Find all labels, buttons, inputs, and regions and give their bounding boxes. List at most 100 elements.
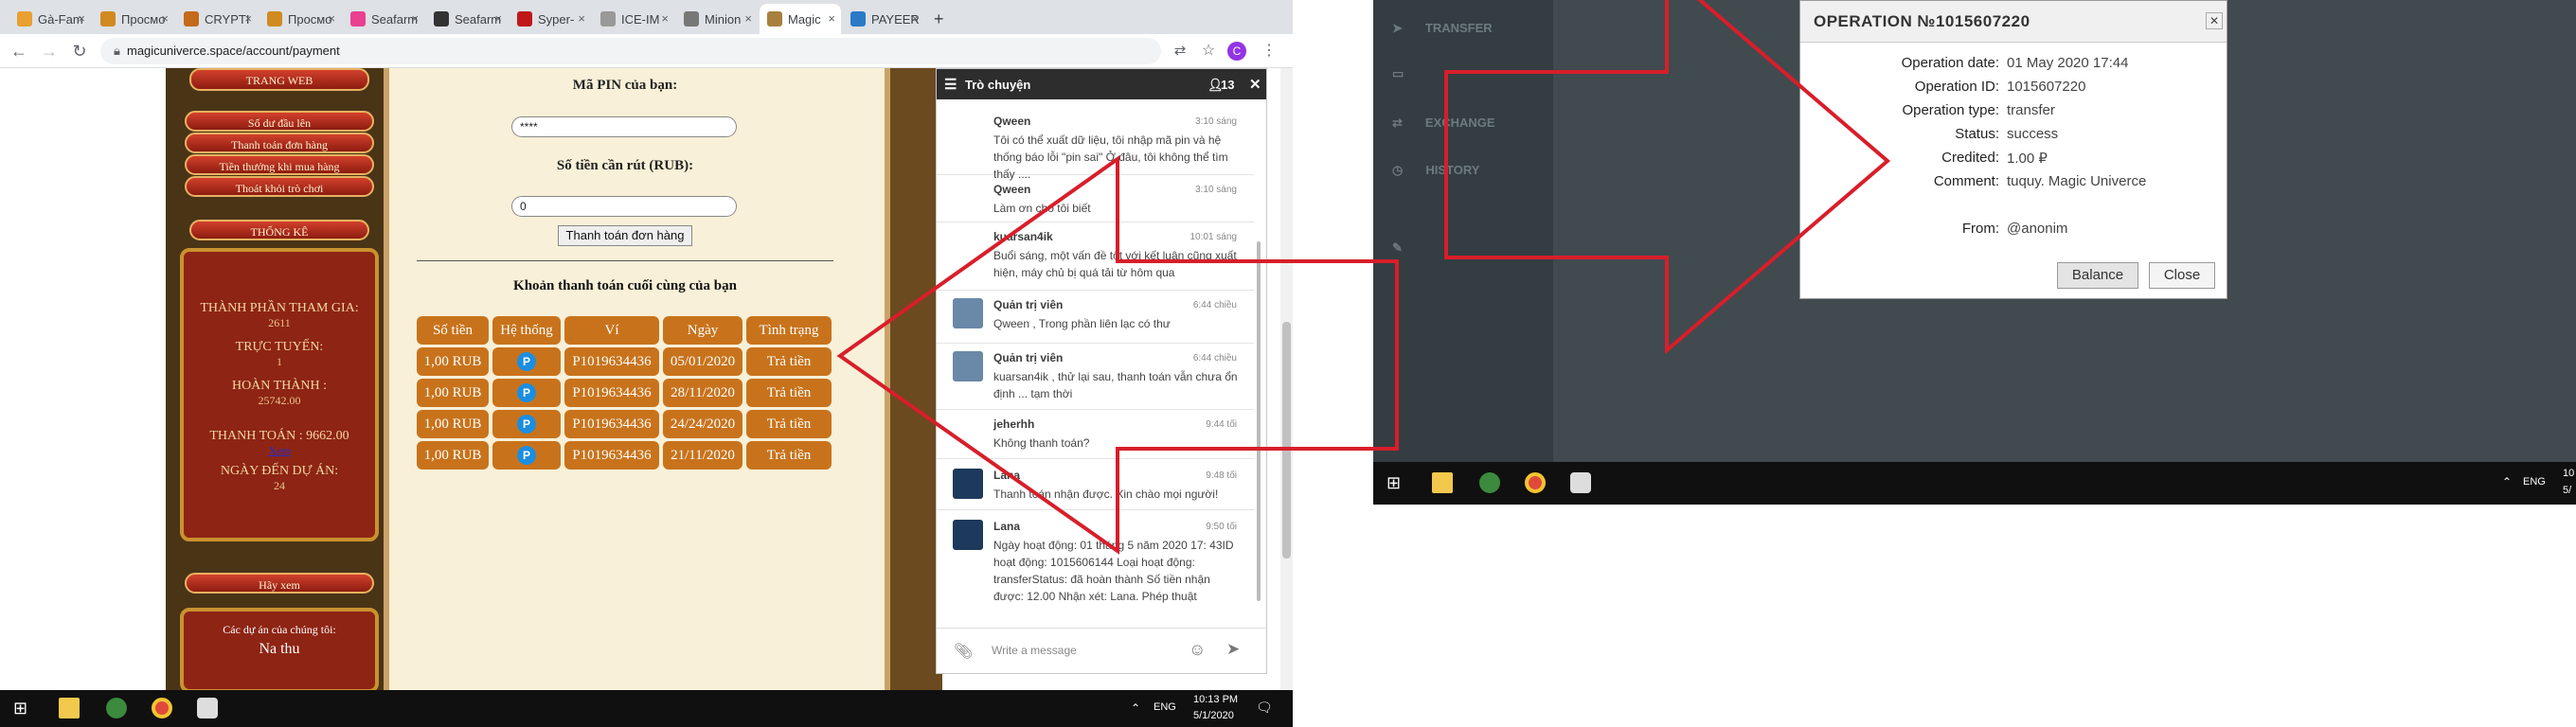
- browser-tab[interactable]: PAYEER ×: [843, 4, 924, 34]
- message-text: Làm ơn cho tôi biết: [993, 202, 1091, 215]
- notifications-icon[interactable]: 🗨︎: [1256, 700, 1273, 716]
- chat-widget: ☰ Trò chuyện 👤︎ 13 ✕ Qween 3:10 sáng Tôi…: [936, 68, 1267, 674]
- file-explorer-icon[interactable]: [59, 698, 80, 718]
- tray-chevron-icon[interactable]: ⌃: [2502, 475, 2512, 488]
- bookmark-star-icon[interactable]: ☆: [1197, 40, 1220, 62]
- translate-icon[interactable]: ⇄: [1169, 40, 1191, 62]
- menu-item-balance[interactable]: Số dư đầu lên: [185, 111, 374, 132]
- forward-icon[interactable]: →: [38, 40, 61, 62]
- language-indicator[interactable]: ENG: [2523, 476, 2546, 488]
- windows-start-icon[interactable]: ⊞: [13, 698, 34, 718]
- browser-tab[interactable]: Просмо ×: [93, 4, 174, 34]
- browser-tab[interactable]: CRYPTI ×: [176, 4, 258, 34]
- cell-status: Trả tiền: [746, 441, 832, 470]
- message-text: Thanh toán nhận được. Xin chào mọi người…: [993, 488, 1219, 501]
- tab-close-icon[interactable]: ×: [911, 11, 919, 26]
- tab-close-icon[interactable]: ×: [78, 11, 85, 26]
- tab-close-icon[interactable]: ×: [328, 11, 335, 26]
- tab-close-icon[interactable]: ×: [744, 11, 752, 26]
- page-scrollbar-thumb[interactable]: [1282, 322, 1291, 559]
- view-paid-link[interactable]: Xem: [184, 444, 375, 458]
- paint-icon[interactable]: [197, 698, 218, 718]
- submit-payment-button[interactable]: Thanh toán đơn hàng: [558, 225, 692, 246]
- user-avatar: [953, 469, 983, 499]
- field-value: success: [2007, 126, 2059, 142]
- close-button[interactable]: Close: [2149, 262, 2215, 289]
- paint-icon[interactable]: [1570, 472, 1591, 493]
- browser-tab[interactable]: Minion ×: [676, 4, 758, 34]
- attach-icon[interactable]: 📎︎: [954, 642, 973, 661]
- sidebar-item-settings[interactable]: ✎: [1392, 240, 1403, 256]
- tab-close-icon[interactable]: ×: [494, 11, 502, 26]
- tab-close-icon[interactable]: ×: [578, 11, 585, 26]
- clock-date[interactable]: 5/: [2563, 485, 2571, 496]
- amount-label: Số tiền cần rút (RUB):: [556, 158, 694, 173]
- amount-input[interactable]: 0: [511, 196, 737, 217]
- field-label: Status:: [1955, 126, 1999, 142]
- browser-tab[interactable]: Gà-Fam ×: [9, 4, 91, 34]
- sidebar-item-history[interactable]: ◷ HISTORY: [1392, 163, 1479, 178]
- windows-start-icon[interactable]: ⊞: [1386, 472, 1407, 493]
- send-icon[interactable]: ➤: [1226, 640, 1240, 659]
- tab-favicon-icon: [850, 11, 866, 27]
- projects-panel: Các dự án của chúng tôi: Na thu: [180, 608, 379, 693]
- tab-close-icon[interactable]: ×: [244, 11, 252, 26]
- chat-menu-icon[interactable]: ☰: [944, 76, 957, 93]
- clock-time[interactable]: 10: [2563, 468, 2574, 479]
- emoji-icon[interactable]: ☺: [1189, 640, 1206, 660]
- sidebar-item-transfer[interactable]: ➤ TRANSFER: [1392, 21, 1493, 36]
- new-tab-button[interactable]: +: [926, 4, 955, 34]
- menu-item-logout[interactable]: Thoát khỏi trò chơi: [185, 176, 374, 197]
- tray-chevron-icon[interactable]: ⌃: [1131, 701, 1140, 715]
- back-icon[interactable]: ←: [8, 40, 30, 62]
- tab-close-icon[interactable]: ×: [161, 11, 169, 26]
- clock-time[interactable]: 10:13 PM: [1193, 694, 1238, 705]
- language-indicator[interactable]: ENG: [1154, 701, 1176, 713]
- browser-tab[interactable]: Seafarm ×: [343, 4, 424, 34]
- pin-input[interactable]: ****: [511, 116, 737, 137]
- app-icon[interactable]: [1479, 472, 1500, 493]
- chat-message: Lana 9:48 tối Thanh toán nhận được. Xin …: [937, 459, 1254, 510]
- browser-tab[interactable]: Seafarm ×: [426, 4, 508, 34]
- tab-close-icon[interactable]: ×: [411, 11, 419, 26]
- browser-tab[interactable]: Magic ×: [760, 4, 841, 34]
- tab-close-icon[interactable]: ×: [661, 11, 669, 26]
- menu-item-payment-order[interactable]: Thanh toán đơn hàng: [185, 133, 374, 153]
- payeer-sidebar: ➤ TRANSFER ▭ ⇄ EXCHANGE ◷ HISTORY ✎: [1373, 0, 1553, 462]
- tab-close-icon[interactable]: ×: [828, 11, 835, 26]
- chrome-icon[interactable]: [1525, 472, 1546, 493]
- menu-kebab-icon[interactable]: ⋮: [1258, 40, 1280, 62]
- sidebar-item-exchange[interactable]: ⇄ EXCHANGE: [1392, 115, 1495, 131]
- browser-tab[interactable]: Просмо ×: [259, 4, 341, 34]
- days-value: 24: [274, 479, 285, 492]
- clock-date[interactable]: 5/1/2020: [1193, 710, 1234, 721]
- tab-favicon-icon: [517, 11, 532, 27]
- profile-avatar[interactable]: C: [1227, 42, 1246, 61]
- browser-tab[interactable]: Syper- ×: [510, 4, 591, 34]
- address-bar[interactable]: 🔒︎ magicuniverce.space/account/payment: [100, 38, 1161, 64]
- paid-label: THANH TOÁN : 9662.00: [209, 429, 349, 443]
- sidebar-item-blank[interactable]: ▭: [1392, 66, 1404, 81]
- chat-close-icon[interactable]: ✕: [1249, 76, 1261, 93]
- windows-taskbar: ⊞ ⌃ ENG 10:13 PM 5/1/2020 🗨︎: [0, 690, 1293, 727]
- dialog-close-icon[interactable]: ✕: [2206, 12, 2223, 29]
- cell-amount: 1,00 RUB: [417, 379, 489, 407]
- table-row: 1,00 RUB P P1019634436 24/24/2020 Trả ti…: [417, 410, 833, 438]
- chrome-icon[interactable]: [152, 698, 172, 718]
- view-button[interactable]: Hãy xem: [185, 573, 374, 594]
- browser-tab[interactable]: ICE-IM ×: [593, 4, 674, 34]
- menu-item-purchase-bonus[interactable]: Tiền thưởng khi mua hàng: [185, 154, 374, 175]
- lock-icon: 🔒︎: [114, 44, 120, 58]
- windows-taskbar-right: ⊞ ⌃ ENG 10 5/: [1373, 462, 2576, 505]
- chat-scrollbar[interactable]: [1257, 241, 1261, 601]
- tab-favicon-icon: [350, 11, 366, 27]
- history-icon: ◷: [1392, 163, 1404, 177]
- file-explorer-icon[interactable]: [1432, 472, 1453, 493]
- cell-system: P: [492, 441, 561, 470]
- balance-button[interactable]: Balance: [2057, 262, 2138, 289]
- app-icon[interactable]: [106, 698, 127, 718]
- message-time: 9:50 tối: [1206, 522, 1237, 532]
- reload-icon[interactable]: ↻: [68, 40, 91, 62]
- message-input[interactable]: Write a message: [992, 644, 1077, 657]
- chat-messages: Qween 3:10 sáng Tôi có thể xuất dữ liệu,…: [937, 99, 1266, 628]
